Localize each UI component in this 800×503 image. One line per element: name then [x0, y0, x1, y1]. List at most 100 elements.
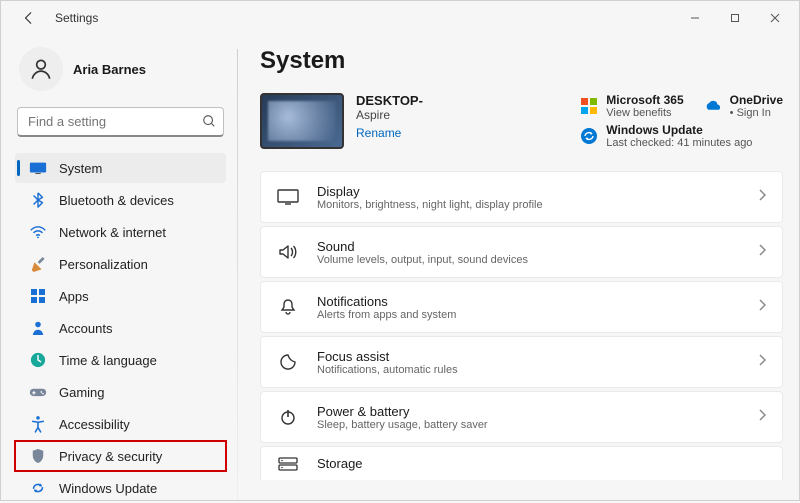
page-title: System	[260, 47, 783, 75]
promo-wu-title: Windows Update	[606, 123, 752, 137]
card-title: Storage	[317, 456, 766, 471]
sidebar-item-accessibility[interactable]: Accessibility	[15, 409, 226, 439]
sidebar-item-label: Time & language	[59, 353, 157, 368]
back-button[interactable]	[19, 8, 39, 28]
card-power[interactable]: Power & batterySleep, battery usage, bat…	[260, 391, 783, 443]
accounts-icon	[29, 319, 47, 337]
sidebar-item-label: Personalization	[59, 257, 148, 272]
chevron-right-icon	[758, 188, 766, 206]
promo-windows-update[interactable]: Windows UpdateLast checked: 41 minutes a…	[580, 123, 783, 149]
card-sound[interactable]: SoundVolume levels, output, input, sound…	[260, 226, 783, 278]
top-band: DESKTOP- Aspire Rename Microsoft 365View…	[260, 93, 783, 149]
card-subtitle: Alerts from apps and system	[317, 309, 758, 321]
card-notifications[interactable]: NotificationsAlerts from apps and system	[260, 281, 783, 333]
network-icon	[29, 223, 47, 241]
pc-name: DESKTOP-	[356, 93, 423, 108]
search-icon	[202, 114, 216, 128]
card-title: Focus assist	[317, 349, 758, 364]
promo-m365-sub: View benefits	[606, 107, 683, 119]
avatar	[19, 47, 63, 91]
power-icon	[277, 406, 299, 428]
display-icon	[277, 186, 299, 208]
sidebar-item-time[interactable]: Time & language	[15, 345, 226, 375]
sidebar-item-apps[interactable]: Apps	[15, 281, 226, 311]
privacy-icon	[29, 447, 47, 465]
sidebar-item-label: System	[59, 161, 102, 176]
promo-m365[interactable]: Microsoft 365View benefits	[580, 93, 683, 119]
card-subtitle: Volume levels, output, input, sound devi…	[317, 254, 758, 266]
sidebar-divider	[237, 49, 238, 500]
pc-model: Aspire	[356, 108, 423, 122]
time-icon	[29, 351, 47, 369]
rename-link[interactable]: Rename	[356, 126, 423, 140]
windows-update-icon	[580, 127, 598, 145]
sidebar: Aria Barnes System Bluetooth & devices Net…	[1, 35, 236, 500]
titlebar: Settings	[1, 1, 799, 35]
storage-icon	[277, 453, 299, 475]
onedrive-icon	[704, 97, 722, 115]
window-controls	[675, 5, 795, 31]
close-button[interactable]	[755, 5, 795, 31]
sound-icon	[277, 241, 299, 263]
pc-block: DESKTOP- Aspire Rename	[260, 93, 540, 149]
settings-cards: DisplayMonitors, brightness, night light…	[260, 171, 783, 480]
chevron-right-icon	[758, 408, 766, 426]
sidebar-item-label: Bluetooth & devices	[59, 193, 174, 208]
user-block[interactable]: Aria Barnes	[19, 47, 226, 91]
card-focus[interactable]: Focus assistNotifications, automatic rul…	[260, 336, 783, 388]
card-subtitle: Monitors, brightness, night light, displ…	[317, 199, 758, 211]
pc-thumbnail	[260, 93, 344, 149]
microsoft-365-icon	[580, 97, 598, 115]
card-subtitle: Sleep, battery usage, battery saver	[317, 419, 758, 431]
search-wrap	[17, 107, 224, 137]
card-title: Power & battery	[317, 404, 758, 419]
update-icon	[29, 479, 47, 497]
sidebar-item-privacy[interactable]: Privacy & security	[15, 441, 226, 471]
promo-onedrive[interactable]: OneDrive• Sign In	[704, 93, 783, 119]
nav: System Bluetooth & devices Network & inter…	[15, 153, 226, 503]
chevron-right-icon	[758, 353, 766, 371]
sidebar-item-label: Accessibility	[59, 417, 130, 432]
chevron-right-icon	[758, 243, 766, 261]
promo-onedrive-title: OneDrive	[730, 93, 783, 107]
sidebar-item-system[interactable]: System	[15, 153, 226, 183]
settings-window: Settings Aria Barnes System Bluetooth & d…	[0, 0, 800, 501]
card-storage[interactable]: Storage	[260, 446, 783, 480]
bluetooth-icon	[29, 191, 47, 209]
sidebar-item-label: Privacy & security	[59, 449, 162, 464]
sidebar-item-bluetooth[interactable]: Bluetooth & devices	[15, 185, 226, 215]
card-subtitle: Notifications, automatic rules	[317, 364, 758, 376]
accessibility-icon	[29, 415, 47, 433]
promo-block: Microsoft 365View benefits OneDrive• Sig…	[580, 93, 783, 149]
sidebar-item-network[interactable]: Network & internet	[15, 217, 226, 247]
card-title: Display	[317, 184, 758, 199]
sidebar-item-personalization[interactable]: Personalization	[15, 249, 226, 279]
sidebar-item-label: Network & internet	[59, 225, 166, 240]
focus-icon	[277, 351, 299, 373]
promo-wu-sub: Last checked: 41 minutes ago	[606, 137, 752, 149]
promo-m365-title: Microsoft 365	[606, 93, 683, 107]
system-icon	[29, 159, 47, 177]
sidebar-item-gaming[interactable]: Gaming	[15, 377, 226, 407]
personalization-icon	[29, 255, 47, 273]
sidebar-item-label: Gaming	[59, 385, 105, 400]
card-display[interactable]: DisplayMonitors, brightness, night light…	[260, 171, 783, 223]
notifications-icon	[277, 296, 299, 318]
apps-icon	[29, 287, 47, 305]
user-name: Aria Barnes	[73, 62, 146, 77]
promo-onedrive-sub[interactable]: • Sign In	[730, 107, 783, 119]
main-content: System DESKTOP- Aspire Rename Mi	[236, 35, 799, 500]
maximize-button[interactable]	[715, 5, 755, 31]
app-title: Settings	[55, 11, 98, 25]
search-input[interactable]	[17, 107, 224, 137]
sidebar-item-update[interactable]: Windows Update	[15, 473, 226, 503]
minimize-button[interactable]	[675, 5, 715, 31]
card-title: Notifications	[317, 294, 758, 309]
card-title: Sound	[317, 239, 758, 254]
sidebar-item-label: Windows Update	[59, 481, 157, 496]
chevron-right-icon	[758, 298, 766, 316]
sidebar-item-label: Apps	[59, 289, 89, 304]
sidebar-item-accounts[interactable]: Accounts	[15, 313, 226, 343]
sidebar-item-label: Accounts	[59, 321, 112, 336]
gaming-icon	[29, 383, 47, 401]
